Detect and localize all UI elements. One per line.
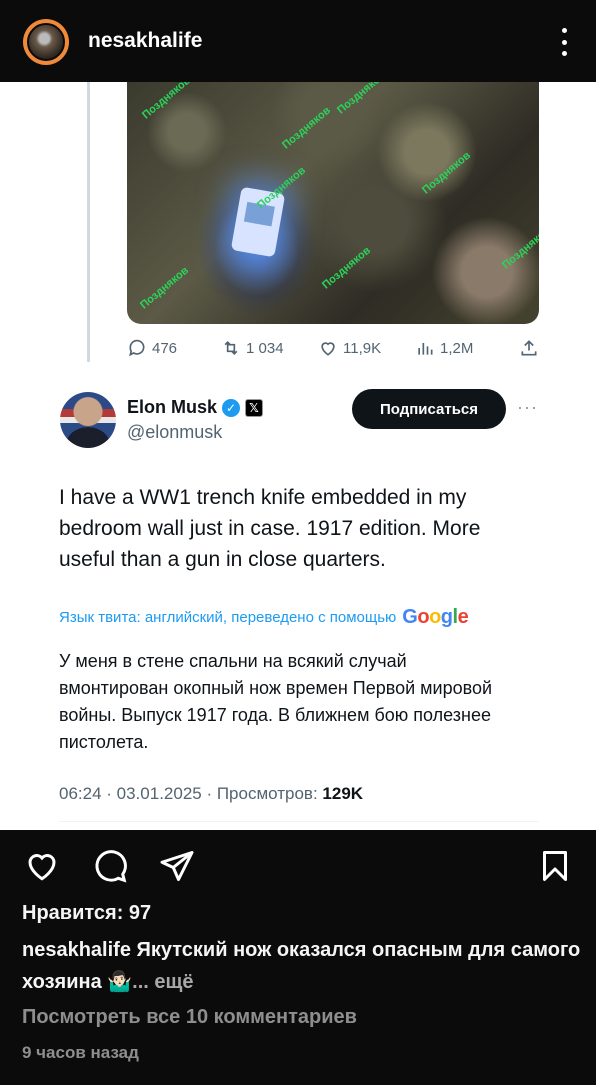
repost-count: 1 034 [246, 339, 284, 357]
share-action[interactable] [519, 338, 539, 358]
heart-icon [321, 342, 335, 356]
x-logo-icon: 𝕏 [245, 398, 264, 417]
more-horizontal-icon[interactable]: ··· [517, 397, 538, 418]
watermark: Позднякoв [420, 149, 473, 197]
tweet-timestamp: 06:24 · 03.01.2025 · Просмотров: [59, 784, 323, 803]
post-caption: nesakhalife Якутский нож оказался опасны… [22, 934, 582, 998]
watermark: Позднякoв [320, 244, 373, 292]
watermark: Позднякoв [138, 264, 191, 312]
share-icon [521, 340, 537, 356]
follow-button[interactable]: Подписаться [352, 389, 506, 429]
caption-more-link[interactable]: ... ещё [132, 971, 193, 993]
profile-avatar[interactable] [23, 19, 69, 65]
tweet-translation: У меня в стене спальни на всякий случай … [59, 651, 493, 752]
watermark: Позднякoв [500, 224, 539, 272]
more-vertical-icon[interactable] [558, 28, 570, 56]
tweet-author-name-row: Elon Musk ✓ 𝕏 [127, 397, 264, 418]
share-send-icon[interactable] [159, 848, 195, 884]
divider [59, 821, 539, 822]
tweet-author-name[interactable]: Elon Musk [127, 397, 217, 418]
tweet-text: I have a WW1 trench knife embedded in my… [59, 486, 481, 571]
post-timestamp: 9 часов назад [22, 1043, 139, 1062]
view-comments-link[interactable]: Посмотреть все 10 комментариев [22, 1006, 357, 1029]
tweet-view-count: 129K [322, 784, 364, 803]
repost-action[interactable]: 1 034 [221, 338, 284, 358]
google-logo: Google [402, 606, 469, 628]
translation-note: Язык твита: английский, переведено с пом… [59, 606, 469, 629]
profile-username[interactable]: nesakhalife [88, 29, 202, 53]
watermark: Позднякoв [140, 82, 193, 122]
bookmark-icon[interactable] [537, 848, 573, 884]
caption-username[interactable]: nesakhalife [22, 939, 131, 961]
comment-icon[interactable] [92, 848, 128, 884]
like-heart-icon[interactable] [24, 848, 60, 884]
post-header: nesakhalife [0, 0, 596, 82]
like-action[interactable]: 11,9K [318, 338, 381, 358]
watermark: Позднякoв [280, 104, 333, 152]
tweet-meta: 06:24 · 03.01.2025 · Просмотров: 129K [59, 784, 363, 804]
translation-note-text: Язык твита: английский, переведено с пом… [59, 609, 397, 626]
watermark: Позднякoв [335, 82, 388, 117]
views-chart-icon [418, 343, 433, 355]
reply-count: 476 [152, 339, 178, 357]
views-action[interactable]: 1,2M [415, 338, 473, 358]
likes-count[interactable]: Нравится: 97 [22, 902, 151, 925]
avatar-image [27, 23, 65, 61]
tweet-photo: Позднякoв Позднякoв Позднякoв Позднякoв … [127, 82, 539, 324]
post-image[interactable]: Позднякoв Позднякoв Позднякoв Позднякoв … [0, 82, 596, 830]
reply-action[interactable]: 476 [127, 338, 177, 358]
repost-icon [224, 340, 238, 356]
verified-badge-icon: ✓ [222, 398, 241, 417]
thread-line [87, 82, 90, 362]
tweet-actions: 476 1 034 11,9K 1,2M [127, 338, 539, 360]
views-count: 1,2M [440, 339, 474, 357]
tweet-author-handle[interactable]: @elonmusk [127, 422, 222, 443]
tweet-author-avatar[interactable] [60, 392, 116, 448]
reply-icon [129, 339, 145, 357]
post-footer: Нравится: 97 nesakhalife Якутский нож ок… [0, 830, 596, 1085]
like-count: 11,9K [343, 339, 382, 357]
